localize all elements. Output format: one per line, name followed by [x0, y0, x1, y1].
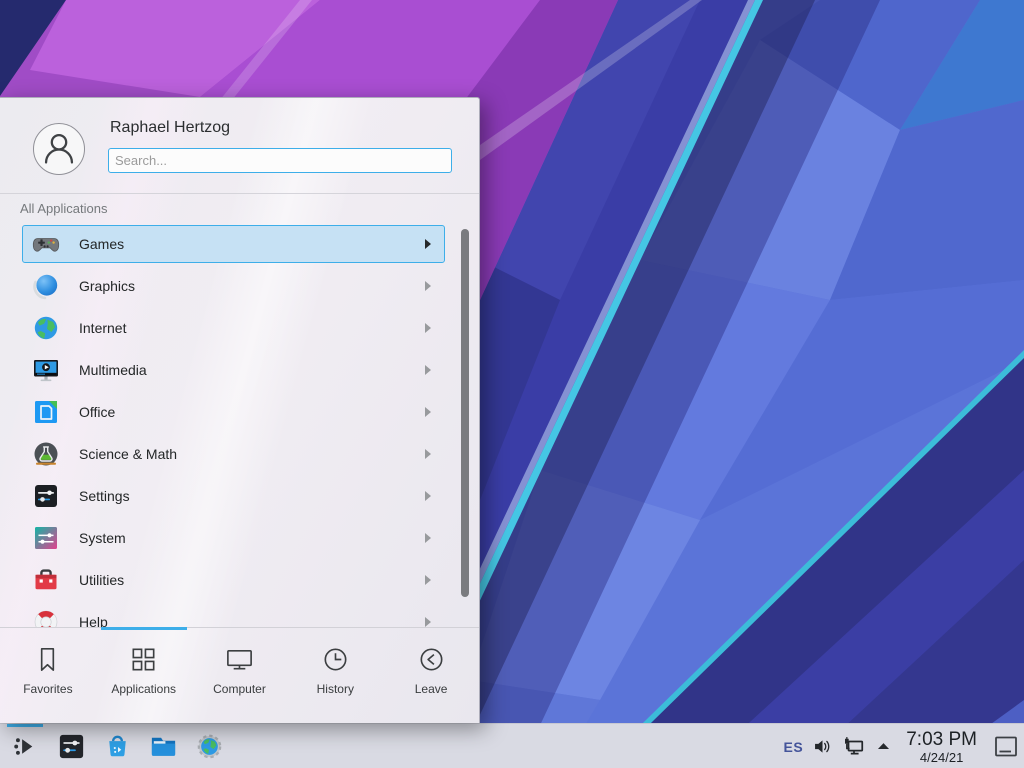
menu-item-label: Office [79, 404, 425, 420]
tab-label: Applications [111, 682, 176, 696]
menu-item-label: Utilities [79, 572, 425, 588]
document-icon [32, 398, 60, 426]
submenu-arrow-icon [425, 281, 431, 291]
user-icon [36, 126, 82, 172]
submenu-arrow-icon [425, 323, 431, 333]
menu-item-label: Science & Math [79, 446, 425, 462]
tab-label: History [317, 682, 354, 696]
discover-button[interactable] [94, 724, 140, 768]
keyboard-layout-indicator[interactable]: ES [784, 739, 804, 755]
leave-icon [416, 644, 447, 675]
taskbar: ES [0, 723, 1024, 768]
submenu-arrow-icon [425, 449, 431, 459]
tab-favorites[interactable]: Favorites [0, 628, 96, 724]
flask-icon [32, 440, 60, 468]
toolbox-icon [32, 566, 60, 594]
menu-item-label: Multimedia [79, 362, 425, 378]
submenu-arrow-icon [425, 239, 431, 249]
system-settings-button[interactable] [48, 724, 94, 768]
tab-label: Leave [415, 682, 448, 696]
app-grid-icon [128, 644, 159, 675]
user-name: Raphael Hertzog [110, 119, 230, 137]
launcher-header: Raphael Hertzog [0, 98, 479, 194]
search-input[interactable] [108, 148, 452, 173]
lifebuoy-icon [32, 608, 60, 627]
menu-item-utilities[interactable]: Utilities [22, 561, 445, 599]
monitor-play-icon [32, 356, 60, 384]
submenu-arrow-icon [425, 575, 431, 585]
menu-item-settings[interactable]: Settings [22, 477, 445, 515]
folder-icon [148, 731, 179, 762]
clock-icon [320, 644, 351, 675]
submenu-arrow-icon [425, 617, 431, 627]
menu-item-label: Internet [79, 320, 425, 336]
menu-item-help[interactable]: Help [22, 603, 445, 627]
menu-item-label: Graphics [79, 278, 425, 294]
tab-applications[interactable]: Applications [96, 628, 192, 724]
user-avatar[interactable] [33, 123, 85, 175]
submenu-arrow-icon [425, 533, 431, 543]
gamepad-icon [32, 230, 60, 258]
menu-item-label: Games [79, 236, 425, 252]
menu-item-office[interactable]: Office [22, 393, 445, 431]
show-desktop-icon [993, 734, 1019, 760]
digital-clock[interactable]: 7:03 PM 4/24/21 [906, 730, 977, 764]
tab-label: Computer [213, 682, 266, 696]
clock-date: 4/24/21 [906, 751, 977, 764]
launcher-tab-bar: Favorites Applications Computer [0, 627, 479, 724]
globe-icon [32, 314, 60, 342]
volume-icon[interactable] [812, 736, 833, 757]
expand-tray-icon[interactable] [875, 738, 892, 755]
list-scrollbar[interactable] [461, 229, 469, 597]
menu-item-games[interactable]: Games [22, 225, 445, 263]
show-desktop-button[interactable] [992, 733, 1019, 760]
network-icon[interactable] [842, 736, 866, 758]
desktop: Raphael Hertzog All Applications [0, 0, 1024, 768]
bookmark-icon [32, 644, 63, 675]
tab-leave[interactable]: Leave [383, 628, 479, 724]
menu-item-label: Settings [79, 488, 425, 504]
file-manager-button[interactable] [140, 724, 186, 768]
kickoff-launcher-button[interactable] [2, 724, 48, 768]
menu-item-internet[interactable]: Internet [22, 309, 445, 347]
system-settings-icon [56, 731, 87, 762]
kde-kickoff-icon [10, 731, 41, 762]
taskbar-launchers [2, 724, 232, 768]
submenu-arrow-icon [425, 365, 431, 375]
menu-item-label: System [79, 530, 425, 546]
section-label: All Applications [20, 201, 107, 216]
discover-bag-icon [102, 731, 133, 762]
tab-computer[interactable]: Computer [192, 628, 288, 724]
menu-item-multimedia[interactable]: Multimedia [22, 351, 445, 389]
tab-history[interactable]: History [287, 628, 383, 724]
menu-item-science-math[interactable]: Science & Math [22, 435, 445, 473]
menu-item-system[interactable]: System [22, 519, 445, 557]
sliders-icon [32, 482, 60, 510]
computer-icon [224, 644, 255, 675]
menu-item-graphics[interactable]: Graphics [22, 267, 445, 305]
clock-time: 7:03 PM [906, 730, 977, 749]
menu-item-label: Help [79, 614, 425, 627]
paint-sphere-icon [32, 272, 60, 300]
category-list: Games Graphics [0, 216, 480, 627]
system-tray: ES [784, 724, 1024, 768]
application-launcher-panel: Raphael Hertzog All Applications [0, 97, 480, 723]
globe-gear-icon [194, 731, 225, 762]
web-browser-button[interactable] [186, 724, 232, 768]
tab-label: Favorites [23, 682, 72, 696]
system-sliders-icon [32, 524, 60, 552]
submenu-arrow-icon [425, 491, 431, 501]
submenu-arrow-icon [425, 407, 431, 417]
